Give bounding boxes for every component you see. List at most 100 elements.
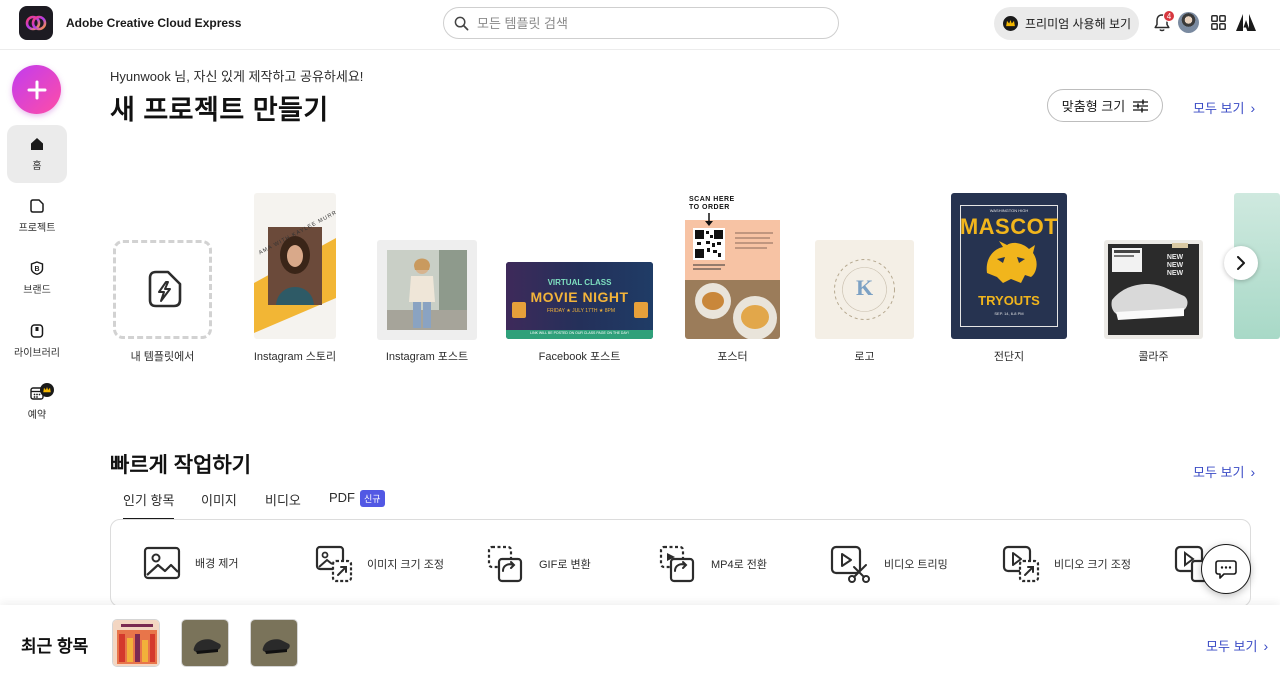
template-search[interactable]	[443, 7, 839, 39]
custom-size-button[interactable]: 맞춤형 크기	[1047, 89, 1163, 122]
thumb-line: SEP. 14, 6-8 PM	[994, 311, 1024, 316]
carousel-next-button[interactable]	[1224, 246, 1258, 280]
see-all-recent-link[interactable]: 모두 보기 ›	[1206, 636, 1268, 655]
chevron-right-icon: ›	[1250, 99, 1256, 116]
brand-icon: B	[30, 260, 44, 275]
quick-action-trim-video[interactable]: 비디오 트리밍	[830, 545, 948, 583]
thumb-line: VIRTUAL CLASS	[547, 278, 612, 287]
premium-crown-icon	[40, 383, 54, 397]
flyer-template[interactable]: WASHINGTON HIGH MASCOT TRYOUTS SEP. 14, …	[951, 193, 1067, 339]
logo-thumb-letter: K	[855, 275, 874, 300]
thumb-line: JULY 17TH	[572, 308, 598, 314]
my-templates-card[interactable]	[113, 240, 212, 339]
template-label: 전단지	[993, 351, 1025, 363]
thumb-line: TRYOUTS	[978, 293, 1040, 308]
sidebar-item-home[interactable]: 홈	[7, 125, 67, 183]
template-label: 로고	[854, 351, 875, 363]
see-all-templates-link[interactable]: 모두 보기 ›	[1193, 98, 1255, 117]
quick-action-convert-mp4[interactable]: MP4로 전환	[659, 545, 767, 583]
tab-video[interactable]: 비디오	[265, 490, 301, 509]
quick-action-label: 이미지 크기 조정	[367, 559, 444, 571]
page-title: 새 프로젝트 만들기	[110, 95, 329, 125]
create-new-button[interactable]	[12, 65, 61, 114]
chat-button[interactable]	[1201, 544, 1251, 594]
thumb-line: NEW	[1166, 270, 1184, 277]
sidebar-item-label: 브랜드	[23, 284, 51, 296]
search-input[interactable]	[477, 15, 817, 31]
sidebar-item-label: 라이브러리	[14, 347, 60, 359]
sidebar-item-brand[interactable]: B 브랜드	[7, 249, 67, 307]
apps-grid-icon[interactable]	[1211, 15, 1226, 30]
sidebar-item-label: 홈	[32, 160, 42, 172]
chevron-right-icon: ›	[1250, 463, 1256, 480]
recent-items-title: 최근 항목	[21, 637, 89, 656]
top-header: Adobe Creative Cloud Express 프리미엄 사용해 보기…	[0, 0, 1280, 50]
plus-icon	[27, 80, 46, 99]
chevron-right-icon	[1237, 256, 1245, 270]
quick-action-label: GIF로 변환	[539, 559, 591, 571]
template-label: Instagram 포스트	[385, 351, 469, 363]
template-label: 포스터	[717, 351, 748, 363]
creative-cloud-express-logo[interactable]	[19, 6, 53, 40]
instagram-post-template[interactable]	[377, 240, 477, 340]
tab-popular[interactable]: 인기 항목	[123, 490, 175, 520]
collage-template[interactable]: NEW NEW NEW	[1104, 240, 1203, 339]
sidebar-item-library[interactable]: 라이브러리	[7, 312, 67, 370]
premium-label: 프리미엄 사용해 보기	[1025, 17, 1132, 31]
recent-item[interactable]	[112, 619, 160, 667]
try-premium-button[interactable]: 프리미엄 사용해 보기	[994, 7, 1139, 40]
sidebar-item-schedule[interactable]: 예약	[7, 374, 67, 432]
resize-video-icon	[1002, 545, 1040, 583]
quick-actions-title: 빠르게 작업하기	[110, 454, 252, 477]
new-badge: 신규	[360, 490, 385, 507]
thumb-line: FRIDAY	[546, 308, 565, 314]
greeting-text: Hyunwook 님, 자신 있게 제작하고 공유하세요!	[110, 69, 364, 84]
template-label: Facebook 포스트	[538, 351, 621, 363]
notification-badge: 4	[1163, 10, 1175, 22]
template-label: 내 템플릿에서	[130, 351, 195, 363]
quick-action-remove-background[interactable]: 배경 제거	[143, 545, 239, 581]
thumb-line: LINK WILL BE POSTED ON OUR CLASS PAGE ON…	[530, 331, 629, 335]
sidebar-item-projects[interactable]: 프로젝트	[7, 187, 67, 245]
crown-icon	[1003, 16, 1018, 31]
tab-pdf[interactable]: PDF	[329, 490, 355, 505]
quick-action-label: 배경 제거	[195, 558, 239, 570]
see-all-quick-actions-link[interactable]: 모두 보기 ›	[1193, 462, 1255, 481]
see-all-label: 모두 보기	[1193, 101, 1245, 116]
chevron-right-icon: ›	[1263, 637, 1269, 654]
facebook-post-template[interactable]: VIRTUAL CLASS MOVIE NIGHT FRIDAY ★ JULY …	[506, 262, 653, 339]
instagram-story-template[interactable]: AMA WITH KAYLEE MURRAY	[254, 193, 336, 339]
adobe-logo-icon[interactable]	[1236, 14, 1256, 32]
home-icon	[31, 137, 43, 150]
trim-video-icon	[830, 545, 870, 583]
project-icon	[30, 198, 44, 213]
thumb-line: NEW	[1166, 262, 1184, 269]
quick-action-convert-gif[interactable]: GIF로 변환	[487, 545, 591, 583]
chat-icon	[1215, 560, 1237, 579]
app-name: Adobe Creative Cloud Express	[66, 16, 242, 30]
see-all-label: 모두 보기	[1193, 465, 1245, 480]
quick-action-resize-image[interactable]: 이미지 크기 조정	[315, 545, 444, 583]
tab-image[interactable]: 이미지	[201, 490, 237, 509]
resize-image-icon	[315, 545, 353, 583]
template-label: Instagram 스토리	[253, 351, 337, 363]
convert-mp4-icon	[659, 545, 695, 583]
quick-action-label: MP4로 전환	[711, 559, 768, 571]
recent-item[interactable]	[181, 619, 229, 667]
quick-action-label: 비디오 트리밍	[884, 559, 948, 571]
svg-text:B: B	[34, 265, 39, 272]
quick-action-resize-video[interactable]: 비디오 크기 조정	[1002, 545, 1131, 583]
avatar[interactable]	[1178, 12, 1199, 33]
library-icon	[30, 323, 44, 338]
see-all-label: 모두 보기	[1206, 639, 1258, 654]
recent-item[interactable]	[250, 619, 298, 667]
logo-template[interactable]: K	[815, 240, 914, 339]
thumb-line: 8PM	[604, 308, 616, 314]
poster-template[interactable]: SCAN HERE TO ORDER	[685, 193, 780, 339]
convert-gif-icon	[487, 545, 523, 583]
template-label: 콜라주	[1138, 351, 1169, 363]
sliders-icon	[1133, 99, 1149, 112]
thumb-line: NEW	[1166, 254, 1184, 261]
search-icon	[454, 16, 469, 30]
remove-background-icon	[143, 546, 181, 580]
